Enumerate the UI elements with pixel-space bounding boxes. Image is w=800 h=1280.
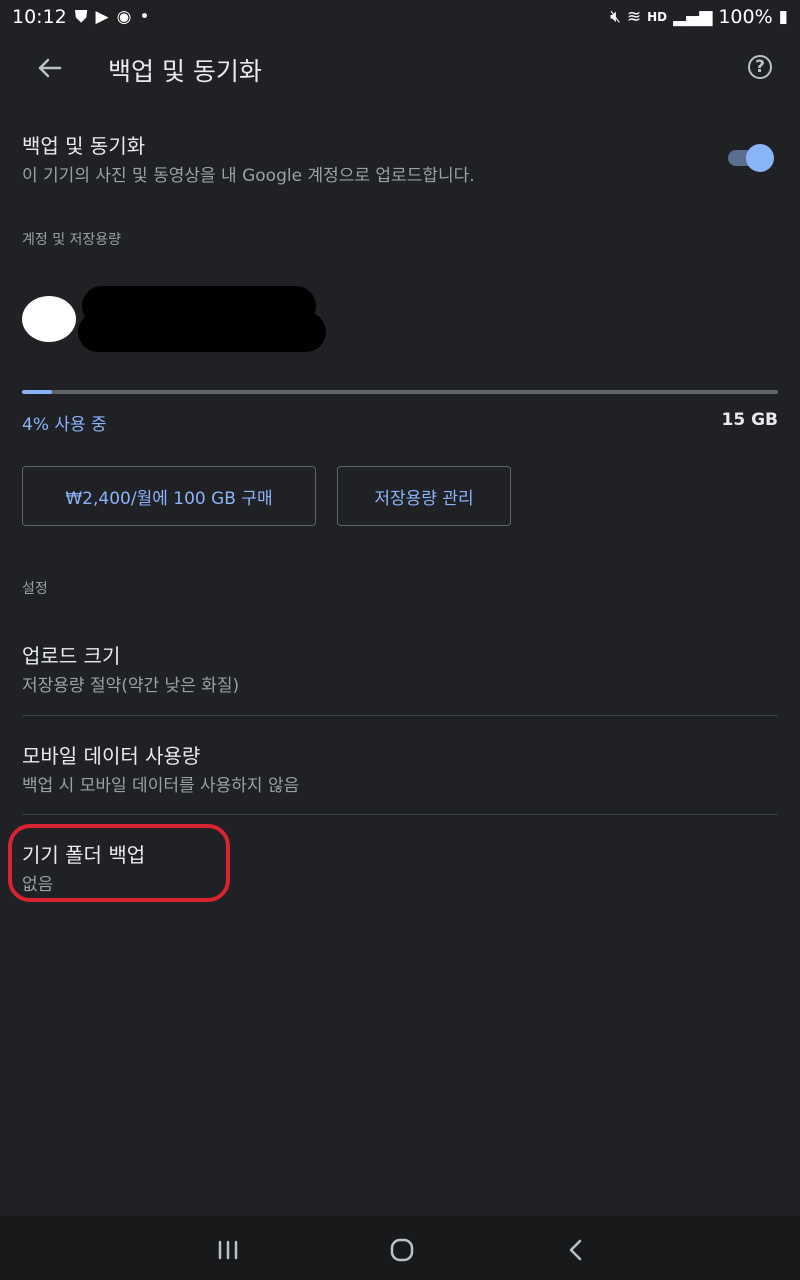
redacted-account-email <box>78 312 326 352</box>
storage-progress-fill <box>22 390 53 394</box>
storage-progress-bar <box>22 390 778 394</box>
wifi-icon: ≋ <box>626 7 642 27</box>
backup-sync-title: 백업 및 동기화 <box>22 134 146 158</box>
play-store-icon: ▶ <box>95 7 109 27</box>
upload-size-title: 업로드 크기 <box>22 644 121 668</box>
home-icon <box>390 1238 414 1262</box>
system-back-button[interactable] <box>562 1236 590 1264</box>
status-bar: 10:12 ⛊ ▶ ◉ • 🔇︎ ≋ HD ▂▄▆ 100% ▮ <box>0 0 800 34</box>
arrow-left-icon <box>38 58 62 78</box>
hd-voice-badge: HD <box>647 10 668 24</box>
mobile-data-value: 백업 시 모바일 데이터를 사용하지 않음 <box>22 776 300 796</box>
settings-section-label: 설정 <box>22 581 48 597</box>
shield-icon: ⛊ <box>74 7 88 27</box>
help-button[interactable]: ? <box>748 55 772 79</box>
mobile-data-title: 모바일 데이터 사용량 <box>22 744 201 768</box>
recent-apps-icon <box>218 1240 238 1260</box>
storage-usage-label: 4% 사용 중 <box>22 415 107 435</box>
recent-apps-button[interactable] <box>214 1236 242 1264</box>
account-storage-section-label: 계정 및 저장용량 <box>22 232 122 248</box>
battery-percent: 100% <box>718 6 773 28</box>
help-icon: ? <box>755 57 765 77</box>
storage-total-label: 15 GB <box>721 410 779 430</box>
mobile-data-setting[interactable]: 모바일 데이터 사용량 백업 시 모바일 데이터를 사용하지 않음 <box>0 716 800 814</box>
avatar <box>22 296 76 342</box>
buy-storage-button[interactable]: ₩2,400/월에 100 GB 구매 <box>22 466 316 526</box>
red-highlight-outline <box>8 824 230 902</box>
app-bar: 백업 및 동기화 ? <box>0 36 800 102</box>
manage-storage-button[interactable]: 저장용량 관리 <box>337 466 511 526</box>
battery-icon: ▮ <box>778 7 788 27</box>
back-button[interactable] <box>30 48 70 88</box>
backup-sync-description: 이 기기의 사진 및 동영상을 내 Google 계정으로 업로드합니다. <box>22 166 475 186</box>
signal-icon: ▂▄▆ <box>673 7 713 27</box>
upload-size-setting[interactable]: 업로드 크기 저장용량 절약(약간 낮은 화질) <box>0 616 800 714</box>
dot-icon: • <box>139 7 150 27</box>
toggle-thumb <box>746 144 774 172</box>
system-navigation-bar <box>0 1216 800 1280</box>
pokeball-icon: ◉ <box>116 7 132 27</box>
home-button[interactable] <box>388 1236 416 1264</box>
upload-size-value: 저장용량 절약(약간 낮은 화질) <box>22 676 240 696</box>
mute-icon: 🔇︎ <box>610 7 621 27</box>
status-time: 10:12 <box>12 6 67 28</box>
backup-sync-toggle[interactable] <box>728 144 776 172</box>
chevron-left-icon <box>569 1239 582 1261</box>
backup-sync-setting[interactable]: 백업 및 동기화 이 기기의 사진 및 동영상을 내 Google 계정으로 업… <box>0 120 800 200</box>
page-title: 백업 및 동기화 <box>108 57 262 86</box>
